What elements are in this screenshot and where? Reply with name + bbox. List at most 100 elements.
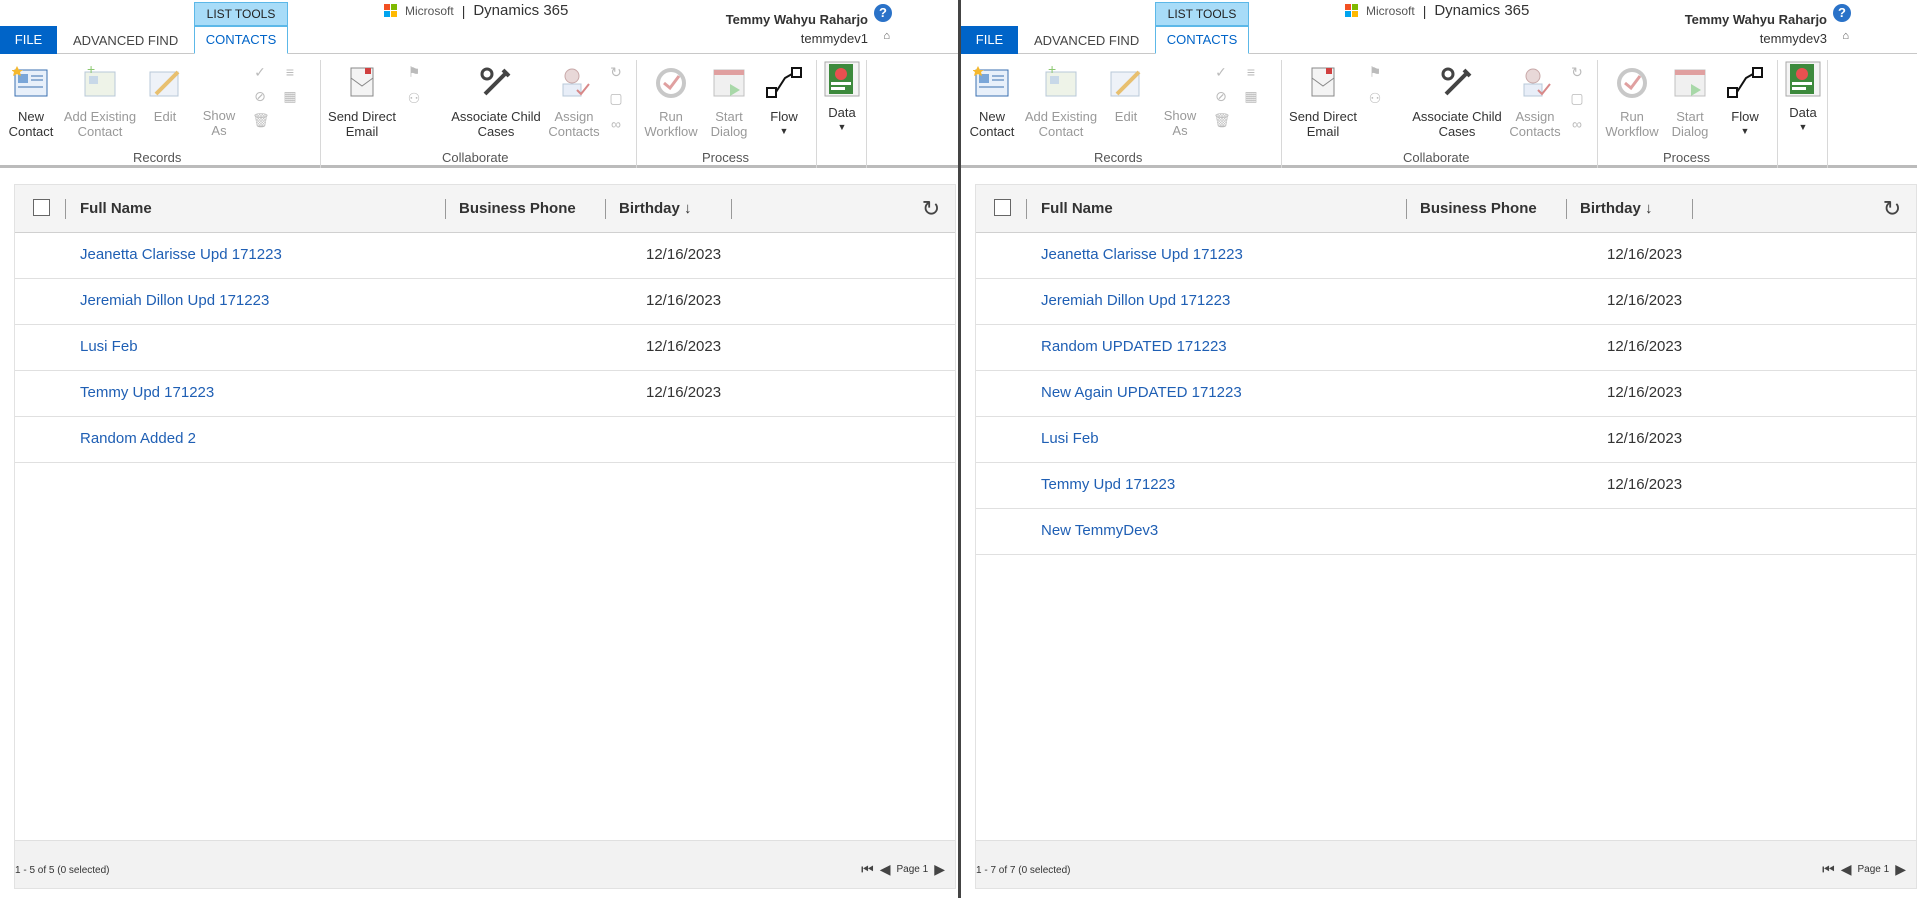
- delete-icon[interactable]: 🗑: [1213, 112, 1231, 128]
- copy-link-icon[interactable]: ▢: [1569, 90, 1585, 106]
- table-row[interactable]: Temmy Upd 171223 12/16/2023: [976, 463, 1916, 509]
- assign-contacts-button[interactable]: Assign Contacts: [1507, 64, 1563, 139]
- merge-icon[interactable]: ≡: [282, 64, 298, 80]
- column-separator[interactable]: [1566, 199, 1567, 219]
- delete-icon[interactable]: 🗑: [252, 112, 270, 128]
- new-contact-button[interactable]: New Contact: [6, 64, 56, 139]
- column-header-birthday[interactable]: Birthday ↓: [619, 200, 692, 217]
- refresh-icon[interactable]: ↻: [919, 197, 943, 221]
- column-header-business-phone[interactable]: Business Phone: [459, 200, 576, 217]
- table-row[interactable]: Jeanetta Clarisse Upd 171223 12/16/2023: [976, 233, 1916, 279]
- table-row[interactable]: Jeanetta Clarisse Upd 171223 12/16/2023: [15, 233, 955, 279]
- table-row[interactable]: New Again UPDATED 171223 12/16/2023: [976, 371, 1916, 417]
- contact-name-link[interactable]: New TemmyDev3: [1041, 522, 1158, 539]
- first-page-icon[interactable]: ⏮: [861, 861, 874, 878]
- add-existing-contact-button[interactable]: + Add Existing Contact: [60, 61, 140, 139]
- assign-contacts-button[interactable]: Assign Contacts: [546, 64, 602, 139]
- email-link-icon[interactable]: ∞: [608, 116, 624, 132]
- table-row[interactable]: Random Added 2: [15, 417, 955, 463]
- sharing-icon[interactable]: ↻: [608, 64, 624, 80]
- copy-link-icon[interactable]: ▢: [608, 90, 624, 106]
- contact-name-link[interactable]: Temmy Upd 171223: [80, 384, 214, 401]
- detect-duplicates-icon[interactable]: ▦: [282, 88, 298, 104]
- table-row[interactable]: Jeremiah Dillon Upd 171223 12/16/2023: [15, 279, 955, 325]
- select-all-checkbox[interactable]: [994, 199, 1011, 216]
- contact-name-link[interactable]: Jeanetta Clarisse Upd 171223: [1041, 246, 1243, 263]
- connect-icon[interactable]: ⚇: [406, 90, 422, 106]
- help-icon[interactable]: ?: [1833, 4, 1851, 22]
- detect-duplicates-icon[interactable]: ▦: [1243, 88, 1259, 104]
- first-page-icon[interactable]: ⏮: [1822, 861, 1835, 878]
- column-separator[interactable]: [605, 199, 606, 219]
- table-row[interactable]: Temmy Upd 171223 12/16/2023: [15, 371, 955, 417]
- column-separator[interactable]: [1406, 199, 1407, 219]
- edit-button[interactable]: Edit: [1106, 64, 1146, 124]
- contact-name-link[interactable]: Jeremiah Dillon Upd 171223: [80, 292, 269, 309]
- contact-name-link[interactable]: Jeanetta Clarisse Upd 171223: [80, 246, 282, 263]
- table-row[interactable]: Lusi Feb 12/16/2023: [976, 417, 1916, 463]
- deactivate-icon[interactable]: ⊘: [252, 88, 268, 104]
- associate-child-cases-button[interactable]: Associate Child Cases: [448, 64, 544, 139]
- prev-page-icon[interactable]: ◀: [880, 861, 891, 878]
- table-row[interactable]: Lusi Feb 12/16/2023: [15, 325, 955, 371]
- connect-icon[interactable]: ⚇: [1367, 90, 1383, 106]
- column-separator[interactable]: [445, 199, 446, 219]
- show-as-button[interactable]: Show As: [1157, 108, 1203, 138]
- contacts-tab[interactable]: CONTACTS: [194, 26, 288, 54]
- associate-child-cases-button[interactable]: Associate Child Cases: [1409, 64, 1505, 139]
- queue-icon[interactable]: ⚑: [1367, 64, 1383, 80]
- table-row[interactable]: New TemmyDev3: [976, 509, 1916, 555]
- sharing-icon[interactable]: ↻: [1569, 64, 1585, 80]
- collapse-ribbon-icon[interactable]: ⌂: [1842, 30, 1849, 42]
- user-info[interactable]: Temmy Wahyu Raharjo temmydev1: [726, 12, 868, 46]
- advanced-find-tab[interactable]: ADVANCED FIND: [73, 33, 178, 48]
- contact-name-link[interactable]: Random Added 2: [80, 430, 196, 447]
- collapse-ribbon-icon[interactable]: ⌂: [883, 30, 890, 42]
- deactivate-icon[interactable]: ⊘: [1213, 88, 1229, 104]
- run-workflow-button[interactable]: Run Workflow: [1601, 64, 1663, 139]
- activate-icon[interactable]: ✓: [252, 64, 268, 80]
- column-header-business-phone[interactable]: Business Phone: [1420, 200, 1537, 217]
- send-direct-email-button[interactable]: Send Direct Email: [1287, 64, 1359, 139]
- file-tab[interactable]: FILE: [961, 26, 1018, 54]
- start-dialog-button[interactable]: Start Dialog: [704, 64, 754, 139]
- email-link-icon[interactable]: ∞: [1569, 116, 1585, 132]
- activate-icon[interactable]: ✓: [1213, 64, 1229, 80]
- contact-name-link[interactable]: Lusi Feb: [1041, 430, 1099, 447]
- prev-page-icon[interactable]: ◀: [1841, 861, 1852, 878]
- start-dialog-button[interactable]: Start Dialog: [1665, 64, 1715, 139]
- contact-name-link[interactable]: Random UPDATED 171223: [1041, 338, 1227, 355]
- next-page-icon[interactable]: ▶: [1895, 861, 1906, 878]
- user-info[interactable]: Temmy Wahyu Raharjo temmydev3: [1685, 12, 1827, 46]
- send-direct-email-button[interactable]: Send Direct Email: [326, 64, 398, 139]
- column-separator[interactable]: [1692, 199, 1693, 219]
- edit-button[interactable]: Edit: [145, 64, 185, 124]
- next-page-icon[interactable]: ▶: [934, 861, 945, 878]
- contacts-tab[interactable]: CONTACTS: [1155, 26, 1249, 54]
- column-header-full-name[interactable]: Full Name: [80, 200, 152, 217]
- new-contact-button[interactable]: New Contact: [967, 64, 1017, 139]
- data-button[interactable]: Data ▼: [1781, 60, 1825, 135]
- table-row[interactable]: Jeremiah Dillon Upd 171223 12/16/2023: [976, 279, 1916, 325]
- column-separator[interactable]: [731, 199, 732, 219]
- merge-icon[interactable]: ≡: [1243, 64, 1259, 80]
- data-button[interactable]: Data ▼: [820, 60, 864, 135]
- column-separator[interactable]: [65, 199, 66, 219]
- column-header-full-name[interactable]: Full Name: [1041, 200, 1113, 217]
- run-workflow-button[interactable]: Run Workflow: [640, 64, 702, 139]
- advanced-find-tab[interactable]: ADVANCED FIND: [1034, 33, 1139, 48]
- flow-button[interactable]: Flow ▼: [760, 64, 808, 139]
- column-header-birthday[interactable]: Birthday ↓: [1580, 200, 1653, 217]
- table-row[interactable]: Random UPDATED 171223 12/16/2023: [976, 325, 1916, 371]
- contact-name-link[interactable]: Temmy Upd 171223: [1041, 476, 1175, 493]
- show-as-button[interactable]: Show As: [196, 108, 242, 138]
- flow-button[interactable]: Flow ▼: [1721, 64, 1769, 139]
- file-tab[interactable]: FILE: [0, 26, 57, 54]
- contact-name-link[interactable]: Jeremiah Dillon Upd 171223: [1041, 292, 1230, 309]
- select-all-checkbox[interactable]: [33, 199, 50, 216]
- help-icon[interactable]: ?: [874, 4, 892, 22]
- add-existing-contact-button[interactable]: + Add Existing Contact: [1021, 61, 1101, 139]
- queue-icon[interactable]: ⚑: [406, 64, 422, 80]
- column-separator[interactable]: [1026, 199, 1027, 219]
- refresh-icon[interactable]: ↻: [1880, 197, 1904, 221]
